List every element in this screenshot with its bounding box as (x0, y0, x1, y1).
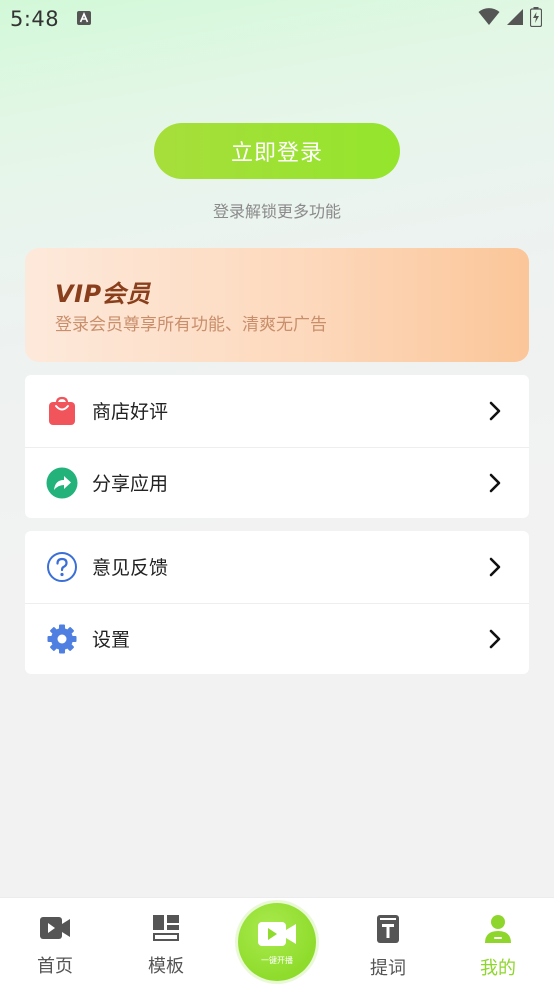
menu-item-label: 分享应用 (92, 473, 169, 496)
signal-icon (506, 8, 524, 30)
nav-label: 我的 (480, 958, 516, 979)
menu-item-label: 设置 (92, 629, 131, 652)
nav-item-home[interactable]: 首页 (15, 914, 95, 978)
shopping-bag-icon (46, 395, 78, 427)
vip-card[interactable]: VIP会员 登录会员尊享所有功能、清爽无广告 (25, 248, 529, 362)
menu-group-1: 商店好评 分享应用 (25, 375, 529, 518)
nav-center-live-button[interactable]: 一键开播 (238, 903, 316, 981)
wifi-icon (478, 8, 500, 30)
gear-icon (46, 623, 78, 655)
nav-item-mine[interactable]: 我的 (458, 914, 538, 980)
chevron-right-icon (487, 557, 503, 577)
video-camera-icon (39, 914, 71, 946)
nav-item-templates[interactable]: 模板 (126, 914, 206, 978)
bottom-nav: 首页 模板 一键开播 提词 我的 (0, 897, 554, 984)
login-button[interactable]: 立即登录 (154, 123, 400, 179)
nav-label: 提词 (370, 958, 406, 979)
question-icon (46, 551, 78, 583)
video-camera-icon (257, 919, 297, 953)
nav-label: 首页 (37, 956, 73, 977)
menu-item-label: 商店好评 (92, 401, 169, 424)
status-bar: 5:48 (0, 0, 554, 38)
nav-center-label: 一键开播 (261, 955, 293, 965)
status-left: 5:48 (10, 7, 92, 31)
chevron-right-icon (487, 401, 503, 421)
a-badge-icon (77, 10, 92, 29)
menu-group-2: 意见反馈 设置 (25, 531, 529, 674)
battery-icon (529, 7, 543, 31)
template-icon (152, 914, 180, 946)
menu-item-share-app[interactable]: 分享应用 (25, 446, 529, 519)
nav-item-teleprompter[interactable]: 提词 (348, 914, 428, 980)
chevron-right-icon (487, 629, 503, 649)
chevron-right-icon (487, 473, 503, 493)
status-time: 5:48 (10, 7, 60, 31)
share-icon (46, 467, 78, 499)
vip-title: VIP会员 (55, 280, 151, 308)
user-icon (483, 914, 513, 948)
status-right (478, 7, 543, 31)
teleprompter-icon (376, 914, 400, 948)
login-hint: 登录解锁更多功能 (212, 202, 341, 221)
menu-item-feedback[interactable]: 意见反馈 (25, 531, 529, 603)
nav-label: 模板 (148, 956, 184, 977)
menu-item-settings[interactable]: 设置 (25, 602, 529, 675)
menu-item-store-review[interactable]: 商店好评 (25, 375, 529, 447)
menu-item-label: 意见反馈 (92, 557, 169, 580)
vip-subtitle: 登录会员尊享所有功能、清爽无广告 (55, 315, 327, 335)
